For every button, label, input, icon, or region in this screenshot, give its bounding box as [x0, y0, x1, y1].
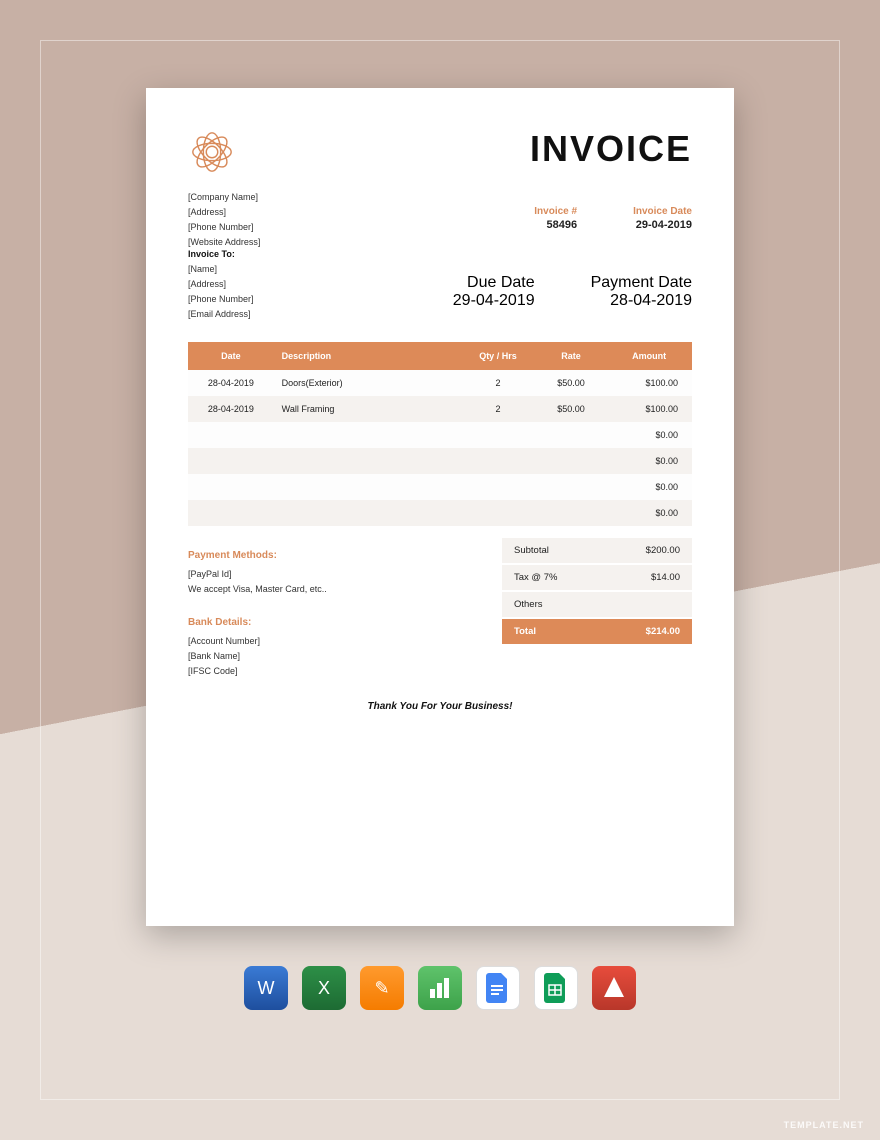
- cell-date: 28-04-2019: [188, 370, 274, 396]
- subtotal-value: $200.00: [646, 545, 680, 556]
- bank-ifsc: [IFSC Code]: [188, 664, 482, 679]
- cell-qty: [460, 422, 536, 448]
- cell-date: 28-04-2019: [188, 396, 274, 422]
- payment-date-label: Payment Date: [591, 274, 692, 292]
- tax-value: $14.00: [651, 572, 680, 583]
- cell-amount: $100.00: [606, 370, 692, 396]
- table-row: 28-04-2019Wall Framing2$50.00$100.00: [188, 396, 692, 422]
- company-logo-icon: [188, 128, 236, 176]
- invoice-meta: Invoice # 58496 Invoice Date 29-04-2019: [188, 206, 692, 231]
- cell-qty: 2: [460, 370, 536, 396]
- cell-desc: [274, 500, 460, 526]
- cell-date: [188, 448, 274, 474]
- invoice-page: INVOICE [Company Name] [Address] [Phone …: [146, 88, 734, 926]
- cell-amount: $0.00: [606, 474, 692, 500]
- col-rate: Rate: [536, 342, 607, 370]
- cell-rate: [536, 422, 607, 448]
- paypal-id: [PayPal Id]: [188, 567, 482, 582]
- total-value: $214.00: [646, 626, 680, 637]
- cell-desc: Wall Framing: [274, 396, 460, 422]
- bank-details-header: Bank Details:: [188, 617, 482, 628]
- bill-to-header: Invoice To:: [188, 247, 692, 262]
- cell-date: [188, 474, 274, 500]
- cell-rate: [536, 474, 607, 500]
- line-items-table: Date Description Qty / Hrs Rate Amount 2…: [188, 342, 692, 526]
- table-row: $0.00: [188, 448, 692, 474]
- cell-date: [188, 500, 274, 526]
- pages-icon[interactable]: ✎: [360, 966, 404, 1010]
- invoice-number: 58496: [534, 219, 577, 231]
- total-label: Total: [514, 626, 536, 637]
- google-sheets-icon[interactable]: [534, 966, 578, 1010]
- cell-qty: [460, 474, 536, 500]
- app-icons-row: W X ✎: [0, 966, 880, 1010]
- cell-qty: [460, 448, 536, 474]
- others-label: Others: [514, 599, 543, 610]
- dates-meta: Due Date 29-04-2019 Payment Date 28-04-2…: [188, 274, 692, 310]
- numbers-icon[interactable]: [418, 966, 462, 1010]
- col-amount: Amount: [606, 342, 692, 370]
- cell-qty: 2: [460, 396, 536, 422]
- watermark: TEMPLATE.NET: [784, 1120, 864, 1130]
- payment-info: Payment Methods: [PayPal Id] We accept V…: [188, 538, 502, 679]
- cell-amount: $0.00: [606, 448, 692, 474]
- due-date: 29-04-2019: [453, 292, 535, 310]
- col-qty: Qty / Hrs: [460, 342, 536, 370]
- col-date: Date: [188, 342, 274, 370]
- invoice-date: 29-04-2019: [633, 219, 692, 231]
- invoice-number-label: Invoice #: [534, 206, 577, 217]
- cell-rate: $50.00: [536, 370, 607, 396]
- cell-amount: $0.00: [606, 500, 692, 526]
- cell-amount: $100.00: [606, 396, 692, 422]
- table-row: $0.00: [188, 422, 692, 448]
- cell-rate: $50.00: [536, 396, 607, 422]
- tax-label: Tax @ 7%: [514, 572, 557, 583]
- google-docs-icon[interactable]: [476, 966, 520, 1010]
- invoice-date-label: Invoice Date: [633, 206, 692, 217]
- cell-desc: Doors(Exterior): [274, 370, 460, 396]
- table-row: $0.00: [188, 500, 692, 526]
- table-row: $0.00: [188, 474, 692, 500]
- payment-methods-header: Payment Methods:: [188, 550, 482, 561]
- excel-icon[interactable]: X: [302, 966, 346, 1010]
- cell-date: [188, 422, 274, 448]
- payment-date: 28-04-2019: [591, 292, 692, 310]
- col-desc: Description: [274, 342, 460, 370]
- word-icon[interactable]: W: [244, 966, 288, 1010]
- thank-you: Thank You For Your Business!: [188, 701, 692, 712]
- document-title: INVOICE: [530, 128, 692, 170]
- subtotal-label: Subtotal: [514, 545, 549, 556]
- cell-desc: [274, 448, 460, 474]
- cell-rate: [536, 500, 607, 526]
- totals-block: Subtotal $200.00 Tax @ 7% $14.00 Others To…: [502, 538, 692, 679]
- due-date-label: Due Date: [453, 274, 535, 292]
- cell-desc: [274, 422, 460, 448]
- pdf-icon[interactable]: [592, 966, 636, 1010]
- cell-amount: $0.00: [606, 422, 692, 448]
- table-row: 28-04-2019Doors(Exterior)2$50.00$100.00: [188, 370, 692, 396]
- cell-desc: [274, 474, 460, 500]
- cell-rate: [536, 448, 607, 474]
- bank-account: [Account Number]: [188, 634, 482, 649]
- sender-company: [Company Name]: [188, 190, 692, 205]
- cell-qty: [460, 500, 536, 526]
- payment-note: We accept Visa, Master Card, etc..: [188, 582, 482, 597]
- bank-name: [Bank Name]: [188, 649, 482, 664]
